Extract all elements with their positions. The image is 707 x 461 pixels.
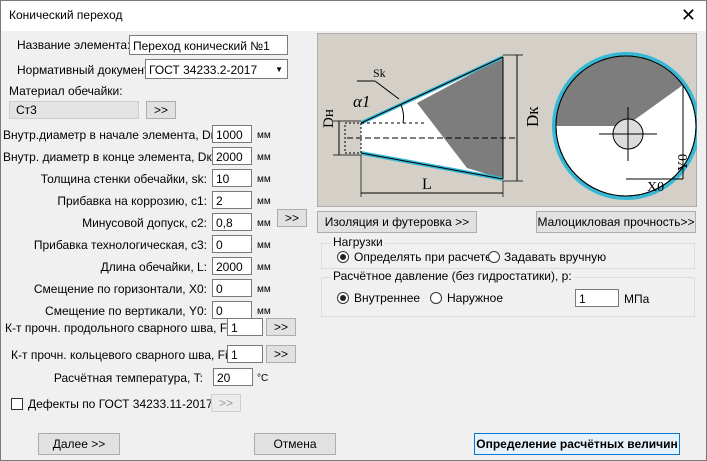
field-label: Минусовой допуск, c2: [82,216,207,230]
defects-label: Дефекты по ГОСТ 34233.11-2017 [28,397,213,411]
material-field: Ст3 [9,101,139,119]
title-bar: Конический переход ✕ [1,1,706,31]
field-label: Прибавка на коррозию, c1: [57,194,207,208]
window-title: Конический переход [9,8,123,22]
alpha-label: α1 [353,92,370,111]
field-label: Смещение по горизонтали, X0: [33,282,207,296]
normative-doc-label: Нормативный документ: [17,63,153,77]
x0-label: X0 [647,180,664,195]
dialog-window: Конический переход ✕ Название элемента: … [0,0,707,461]
field-unit: мм [257,240,271,251]
pressure-title: Расчётное давление (без гидростатики), p… [331,269,574,283]
c2-details-button[interactable]: >> [277,209,307,227]
element-name-input[interactable]: Переход конический №1 [129,35,288,55]
loads-auto-label: Определять при расчете [354,250,492,264]
pressure-input[interactable]: 1 [575,289,619,307]
loads-title: Нагрузки [331,235,385,249]
field-input[interactable]: 0 [212,301,252,319]
defects-checkbox[interactable] [11,398,23,410]
field-unit: мм [257,152,271,163]
field-unit: мм [257,130,271,141]
y0-label: Y0 [676,154,691,171]
weld-circ-label: К-т прочн. кольцевого сварного шва, Fit: [11,348,235,362]
field-input[interactable]: 2000 [212,147,252,165]
field-input[interactable]: 10 [212,169,252,187]
next-button[interactable]: Далее >> [38,433,120,455]
sk-label: Sk [373,66,386,80]
weld-long-button[interactable]: >> [266,318,296,336]
material-select-button[interactable]: >> [146,101,176,119]
field-input[interactable]: 0 [212,235,252,253]
element-name-label: Название элемента: [17,38,131,52]
determine-values-button[interactable]: Определение расчётных величин [474,433,680,455]
pressure-unit: МПа [624,292,650,306]
temperature-unit: °C [257,373,269,384]
dh-label: Dн [321,109,337,128]
weld-circ-button[interactable]: >> [266,345,296,363]
dk-label: Dк [523,106,542,127]
weld-circ-input[interactable]: 1 [227,345,263,363]
field-unit: мм [257,196,271,207]
pressure-internal-label: Внутреннее [354,291,421,305]
insulation-button[interactable]: Изоляция и футеровка >> [317,211,477,233]
field-label: Внутр.диаметр в начале элемента, Dн: [3,128,221,142]
field-input[interactable]: 2000 [212,257,252,275]
material-value: Ст3 [16,103,37,117]
field-input[interactable]: 0 [212,279,252,297]
field-unit: мм [257,306,271,317]
cancel-button[interactable]: Отмена [254,433,336,455]
field-label: Толщина стенки обечайки, sk: [40,172,207,186]
field-unit: мм [257,262,271,273]
l-label: L [422,176,432,193]
weld-long-label: К-т прочн. продольного сварного шва, Fip… [5,321,240,335]
loads-manual-label: Задавать вручную [504,250,607,264]
pressure-internal-radio[interactable] [337,292,349,304]
pressure-external-label: Наружное [447,291,504,305]
temperature-input[interactable]: 20 [213,368,253,386]
field-unit: мм [257,218,271,229]
field-input[interactable]: 0,8 [212,213,252,231]
loads-auto-radio[interactable] [337,251,349,263]
chevron-down-icon: ▼ [275,65,283,74]
weld-long-input[interactable]: 1 [227,318,263,336]
field-label: Прибавка технологическая, c3: [33,238,207,252]
defects-button[interactable]: >> [211,394,241,412]
field-input[interactable]: 1000 [212,125,252,143]
cone-transition-diagram: Dн Dк Sk α1 L X0 Y0 [317,33,697,207]
field-label: Смещение по вертикали, Y0: [45,304,207,318]
close-icon[interactable]: ✕ [681,4,696,26]
normative-doc-value: ГОСТ 34233.2-2017 [149,63,258,77]
normative-doc-select[interactable]: ГОСТ 34233.2-2017 ▼ [145,59,288,79]
material-label: Материал обечайки: [9,84,123,98]
field-unit: мм [257,284,271,295]
field-input[interactable]: 2 [212,191,252,209]
field-label: Длина обечайки, L: [100,260,207,274]
loads-manual-radio[interactable] [488,251,500,263]
field-unit: мм [257,174,271,185]
pressure-external-radio[interactable] [430,292,442,304]
field-label: Внутр. диаметр в конце элемента, Dк: [3,150,216,164]
lowcycle-button[interactable]: Малоцикловая прочность>> [536,211,696,233]
temperature-label: Расчётная температура, T: [53,371,203,385]
